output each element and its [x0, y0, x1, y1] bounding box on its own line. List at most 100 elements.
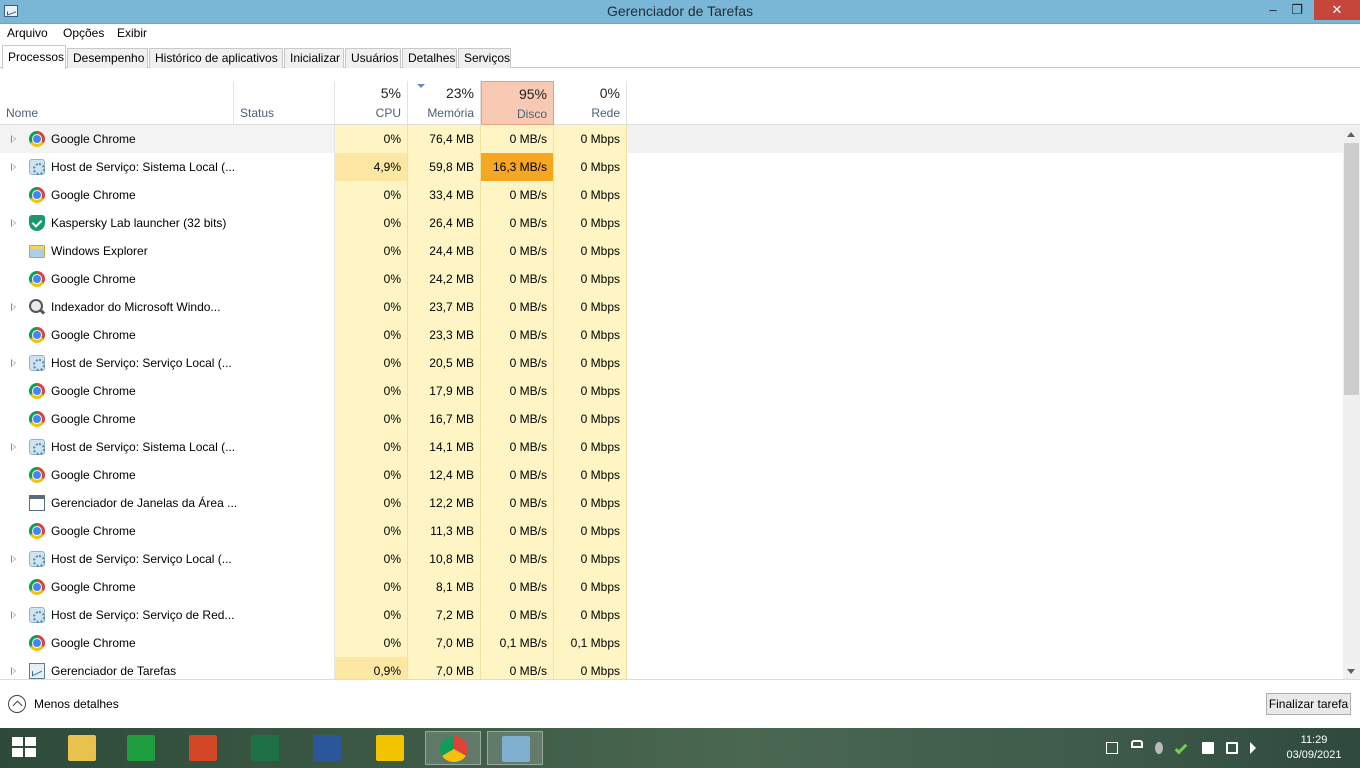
column-header-network[interactable]: 0% Rede [554, 81, 627, 125]
process-network: 0 Mbps [554, 601, 627, 629]
table-row[interactable]: Google Chrome 0% 7,0 MB 0,1 MB/s 0,1 Mbps [0, 629, 1343, 657]
tab-inicializar[interactable]: Inicializar [284, 48, 344, 68]
menu-exibir[interactable]: Exibir [117, 26, 147, 40]
table-row[interactable]: Google Chrome 0% 12,4 MB 0 MB/s 0 Mbps [0, 461, 1343, 489]
scrollbar-thumb[interactable] [1344, 143, 1359, 395]
vertical-scrollbar[interactable] [1343, 125, 1360, 679]
chevron-up-icon[interactable] [8, 695, 26, 713]
table-row[interactable]: Google Chrome 0% 23,3 MB 0 MB/s 0 Mbps [0, 321, 1343, 349]
taskbar-file-explorer[interactable] [54, 731, 110, 765]
title-bar[interactable]: Gerenciador de Tarefas – ❐ ✕ [0, 0, 1360, 24]
tab-processos[interactable]: Processos [2, 45, 66, 69]
column-header-name[interactable]: Nome [0, 81, 234, 125]
table-row[interactable]: Host de Serviço: Serviço Local (... 0% 20,… [0, 349, 1343, 377]
menu-arquivo[interactable]: Arquivo [7, 26, 48, 40]
process-name-cell: Kaspersky Lab launcher (32 bits) [0, 209, 234, 237]
restore-button[interactable]: ❐ [1286, 0, 1308, 20]
table-header: Nome Status 5% CPU 23% Memória 95% Disco… [0, 81, 1360, 125]
table-row[interactable]: Host de Serviço: Serviço de Red... 0% 7,2 … [0, 601, 1343, 629]
table-row[interactable]: Google Chrome 0% 17,9 MB 0 MB/s 0 Mbps [0, 377, 1343, 405]
system-clock[interactable]: 11:29 03/09/2021 [1278, 733, 1350, 763]
process-network: 0 Mbps [554, 293, 627, 321]
table-row[interactable]: Gerenciador de Janelas da Área ... 0% 12,2… [0, 489, 1343, 517]
table-row[interactable]: Google Chrome 0% 16,7 MB 0 MB/s 0 Mbps [0, 405, 1343, 433]
kaspersky-check-icon[interactable] [1174, 741, 1188, 755]
process-name: Gerenciador de Janelas da Área ... [51, 496, 238, 510]
column-header-status[interactable]: Status [234, 81, 335, 125]
table-row[interactable]: Kaspersky Lab launcher (32 bits) 0% 26,4 M… [0, 209, 1343, 237]
expand-arrow-icon[interactable] [11, 135, 16, 143]
table-row[interactable]: Google Chrome 0% 33,4 MB 0 MB/s 0 Mbps [0, 181, 1343, 209]
process-status [234, 405, 335, 433]
volume-muted-icon[interactable] [1250, 742, 1256, 754]
taskbar-word[interactable] [299, 731, 355, 765]
process-memory: 8,1 MB [408, 573, 481, 601]
process-name: Google Chrome [51, 328, 136, 342]
expand-arrow-icon[interactable] [11, 443, 16, 451]
minimize-button[interactable]: – [1262, 0, 1284, 20]
taskbar-chrome[interactable] [425, 731, 481, 765]
table-row[interactable]: Google Chrome 0% 76,4 MB 0 MB/s 0 Mbps [0, 125, 1343, 153]
expand-arrow-icon[interactable] [11, 667, 16, 675]
fewer-details-link[interactable]: Menos detalhes [34, 697, 119, 711]
tab-usuarios[interactable]: Usuários [345, 48, 401, 68]
taskbar-store[interactable] [113, 731, 169, 765]
column-header-disk[interactable]: 95% Disco [481, 81, 554, 125]
chrome-icon [29, 523, 45, 539]
chrome-icon [29, 187, 45, 203]
process-disk: 0 MB/s [481, 377, 554, 405]
table-row[interactable]: Host de Serviço: Serviço Local (... 0% 10,… [0, 545, 1343, 573]
taskbar-task-manager[interactable] [487, 731, 543, 765]
show-hidden-icons-icon[interactable] [1106, 742, 1118, 754]
tab-historico[interactable]: Histórico de aplicativos [149, 48, 283, 68]
tab-servicos[interactable]: Serviços [458, 48, 511, 68]
chrome-icon [29, 383, 45, 399]
start-windows-icon[interactable] [12, 737, 38, 759]
taskbar-pdf-reader[interactable] [362, 731, 418, 765]
flag-error-icon[interactable] [1202, 742, 1214, 754]
expand-arrow-icon[interactable] [11, 219, 16, 227]
taskbar-powerpoint[interactable] [175, 731, 231, 765]
table-row[interactable]: Windows Explorer 0% 24,4 MB 0 MB/s 0 Mbps [0, 237, 1343, 265]
lock-icon[interactable] [1131, 740, 1143, 748]
table-row[interactable]: Host de Serviço: Sistema Local (... 4,9% 5… [0, 153, 1343, 181]
menu-opcoes[interactable]: Opções [63, 26, 104, 40]
expand-arrow-icon[interactable] [11, 359, 16, 367]
process-memory: 76,4 MB [408, 125, 481, 153]
process-disk: 0 MB/s [481, 265, 554, 293]
expand-arrow-icon[interactable] [11, 163, 16, 171]
process-disk: 0 MB/s [481, 461, 554, 489]
process-network: 0 Mbps [554, 517, 627, 545]
process-status [234, 377, 335, 405]
indexer-icon [29, 299, 43, 313]
column-header-memory[interactable]: 23% Memória [408, 81, 481, 125]
process-network: 0 Mbps [554, 321, 627, 349]
expand-arrow-icon[interactable] [11, 555, 16, 563]
process-status [234, 489, 335, 517]
scroll-up-icon[interactable] [1347, 132, 1355, 137]
expand-arrow-icon[interactable] [11, 303, 16, 311]
column-header-cpu[interactable]: 5% CPU [335, 81, 408, 125]
alert-icon[interactable] [1155, 742, 1163, 754]
expand-arrow-icon[interactable] [11, 611, 16, 619]
tab-detalhes[interactable]: Detalhes [402, 48, 457, 68]
process-memory: 16,7 MB [408, 405, 481, 433]
scroll-down-icon[interactable] [1347, 669, 1355, 674]
gear-icon [29, 439, 45, 455]
table-row[interactable]: Google Chrome 0% 24,2 MB 0 MB/s 0 Mbps [0, 265, 1343, 293]
table-row[interactable]: Google Chrome 0% 8,1 MB 0 MB/s 0 Mbps [0, 573, 1343, 601]
network-icon[interactable] [1226, 742, 1238, 754]
table-row[interactable]: Indexador do Microsoft Windo... 0% 23,7 MB… [0, 293, 1343, 321]
table-row[interactable]: Gerenciador de Tarefas 0,9% 7,0 MB 0 MB/s 0 … [0, 657, 1343, 679]
process-disk: 0 MB/s [481, 237, 554, 265]
end-task-button[interactable]: Finalizar tarefa [1266, 693, 1351, 715]
process-name: Google Chrome [51, 636, 136, 650]
process-network: 0,1 Mbps [554, 629, 627, 657]
close-button[interactable]: ✕ [1314, 0, 1360, 20]
table-row[interactable]: Host de Serviço: Sistema Local (... 0% 14,… [0, 433, 1343, 461]
process-list[interactable]: Google Chrome 0% 76,4 MB 0 MB/s 0 Mbps Host d… [0, 125, 1343, 679]
tab-desempenho[interactable]: Desempenho [67, 48, 148, 68]
taskbar-excel[interactable] [237, 731, 293, 765]
process-cpu: 0% [335, 181, 408, 209]
table-row[interactable]: Google Chrome 0% 11,3 MB 0 MB/s 0 Mbps [0, 517, 1343, 545]
